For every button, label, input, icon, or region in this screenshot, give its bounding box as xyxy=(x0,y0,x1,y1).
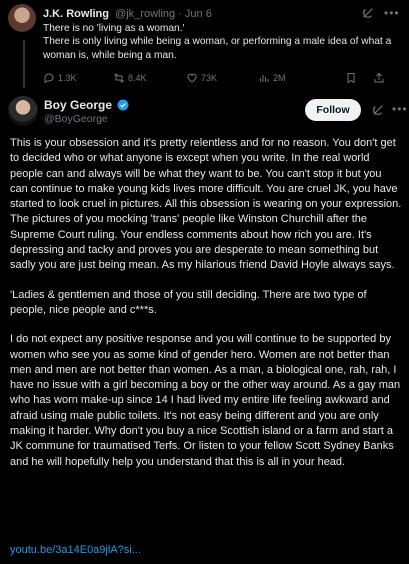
views-chart-icon xyxy=(260,75,269,82)
parent-post-header: J.K. Rowling @jk_rowling · Jun 6 xyxy=(43,8,212,20)
author-name[interactable]: Boy George xyxy=(44,98,112,112)
reply-post-text: This is your obsession and it's pretty r… xyxy=(10,136,402,484)
reply-count: 1.3K xyxy=(58,73,77,83)
heart-icon xyxy=(187,73,197,83)
author-handle-time[interactable]: @jk_rowling · Jun 6 xyxy=(115,8,212,20)
share-icon xyxy=(374,72,384,83)
post-text-line: There is only living while being a woman… xyxy=(43,36,392,61)
post-paragraph: This is your obsession and it's pretty r… xyxy=(10,137,402,272)
reply-post-header: Boy George @BoyGeorge Follow ••• xyxy=(0,92,409,132)
grok-icon[interactable] xyxy=(361,6,375,20)
post-paragraph: 'Ladies & gentlemen and those of you sti… xyxy=(10,288,367,316)
more-options-icon[interactable]: ••• xyxy=(384,6,400,20)
reply-button[interactable]: 1.3K xyxy=(43,72,77,84)
like-button[interactable]: 73K xyxy=(186,72,217,84)
author-handle[interactable]: @BoyGeorge xyxy=(44,113,108,125)
verified-badge-icon xyxy=(117,99,129,111)
post-actions-bar: 1.3K 8.4K 73K 2M xyxy=(43,72,393,86)
views-button[interactable]: 2M xyxy=(258,72,286,84)
more-options-icon[interactable]: ••• xyxy=(392,102,408,116)
post-text-line: There is no 'living as a woman.' xyxy=(43,23,185,34)
bookmark-icon xyxy=(347,73,355,84)
views-count: 2M xyxy=(273,73,286,83)
author-name[interactable]: J.K. Rowling xyxy=(43,8,109,20)
repost-icon xyxy=(114,73,124,83)
repost-button[interactable]: 8.4K xyxy=(113,72,147,84)
parent-post-text: There is no 'living as a woman.' There i… xyxy=(43,22,398,62)
post-paragraph: I do not expect any positive response an… xyxy=(10,333,401,468)
parent-post[interactable]: J.K. Rowling @jk_rowling · Jun 6 ••• The… xyxy=(0,0,409,90)
grok-icon[interactable] xyxy=(371,103,385,117)
avatar[interactable] xyxy=(8,4,36,32)
thread-connector-line xyxy=(23,40,25,88)
like-count: 73K xyxy=(201,73,218,83)
share-button[interactable] xyxy=(373,72,385,84)
repost-count: 8.4K xyxy=(128,73,147,83)
follow-button[interactable]: Follow xyxy=(305,99,361,121)
avatar[interactable] xyxy=(8,96,38,126)
youtube-link[interactable]: youtu.be/3a14E0a9jlA?si... xyxy=(10,544,141,556)
reply-icon xyxy=(44,73,54,84)
bookmark-button[interactable] xyxy=(345,72,357,84)
author-name-row[interactable]: Boy George xyxy=(44,98,129,112)
